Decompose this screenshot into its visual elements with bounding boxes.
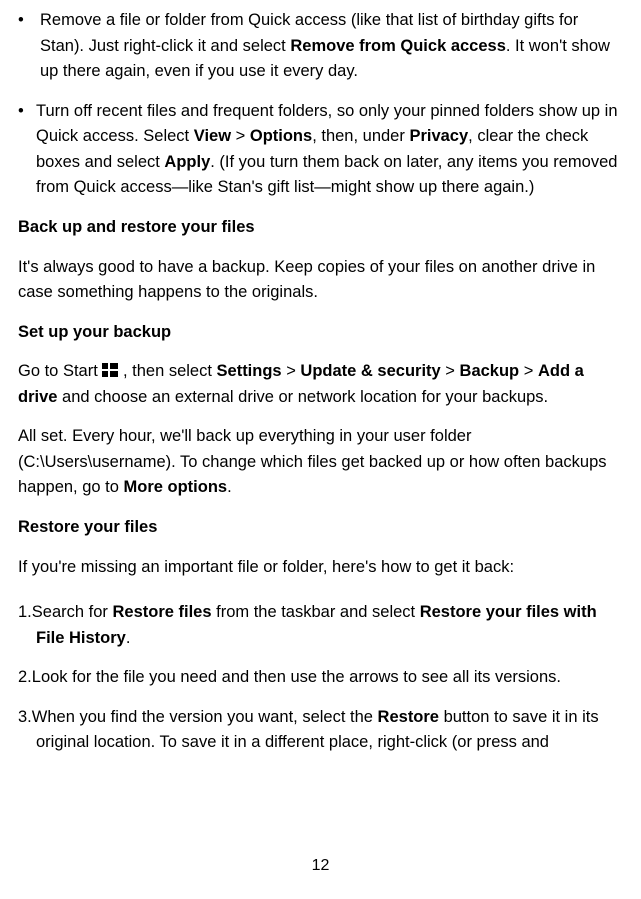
text: > — [519, 362, 538, 380]
bold-restore-files: Restore files — [112, 603, 211, 621]
step-1: 1.Search for Restore files from the task… — [18, 600, 623, 651]
text: All set. Every hour, we'll back up every… — [18, 427, 607, 496]
text: from the taskbar and select — [212, 603, 420, 621]
page-number: 12 — [0, 854, 641, 879]
bullet-dot: • — [18, 99, 36, 201]
bold-apply: Apply — [164, 153, 210, 171]
text: . — [227, 478, 232, 496]
bullet-dot: • — [18, 8, 36, 85]
para-backup-intro: It's always good to have a backup. Keep … — [18, 255, 623, 306]
bold-view: View — [194, 127, 231, 145]
text: and choose an external drive or network … — [57, 388, 548, 406]
step-2: 2.Look for the file you need and then us… — [18, 665, 623, 691]
para-allset: All set. Every hour, we'll back up every… — [18, 424, 623, 501]
bold-backup: Backup — [460, 362, 520, 380]
text: > — [441, 362, 460, 380]
bullet-text: Turn off recent files and frequent folde… — [36, 99, 623, 201]
heading-setup-backup: Set up your backup — [18, 320, 623, 346]
text: , then select — [118, 362, 216, 380]
heading-backup-restore: Back up and restore your files — [18, 215, 623, 241]
bold-more-options: More options — [124, 478, 228, 496]
step-3: 3.When you find the version you want, se… — [18, 705, 623, 756]
bold-options: Options — [250, 127, 312, 145]
text: , then, under — [312, 127, 409, 145]
text: Look for the file you need and then use … — [32, 668, 561, 686]
start-icon — [102, 363, 118, 377]
text: > — [231, 127, 250, 145]
bullet-turn-off-recent: • Turn off recent files and frequent fol… — [18, 99, 623, 201]
bullet-text: Remove a file or folder from Quick acces… — [36, 8, 623, 85]
bold-remove-quick-access: Remove from Quick access — [290, 37, 506, 55]
text: Search for — [32, 603, 113, 621]
bullet-quick-access-remove: • Remove a file or folder from Quick acc… — [18, 8, 623, 85]
text: When you find the version you want, sele… — [32, 708, 378, 726]
step-number: 2. — [18, 668, 32, 686]
para-setup: Go to Start , then select Settings > Upd… — [18, 359, 623, 410]
bold-restore-button: Restore — [378, 708, 439, 726]
bold-settings: Settings — [217, 362, 282, 380]
heading-restore-files: Restore your files — [18, 515, 623, 541]
bold-privacy: Privacy — [409, 127, 468, 145]
text: . — [126, 629, 131, 647]
text: > — [282, 362, 301, 380]
bold-update-security: Update & security — [300, 362, 440, 380]
step-number: 1. — [18, 603, 32, 621]
step-number: 3. — [18, 708, 32, 726]
para-restore-intro: If you're missing an important file or f… — [18, 555, 623, 581]
text: Go to Start — [18, 362, 102, 380]
